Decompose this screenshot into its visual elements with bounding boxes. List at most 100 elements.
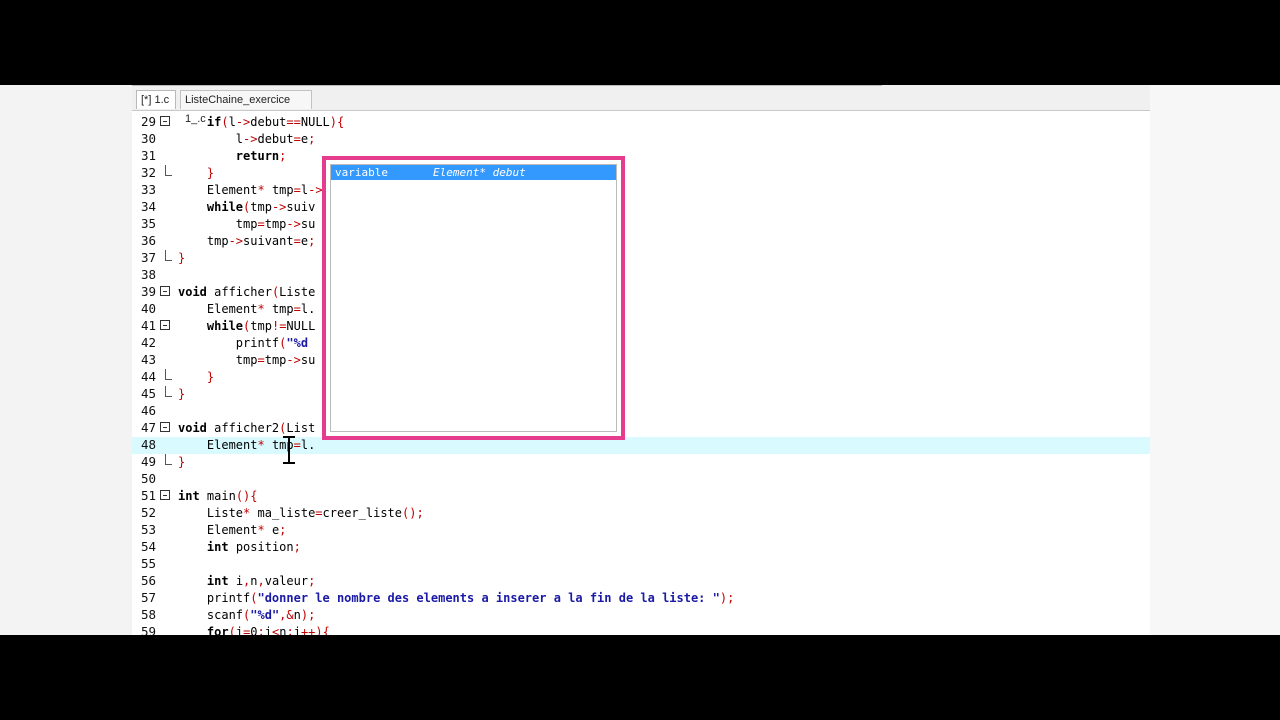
line-number: 44 <box>140 369 156 384</box>
line-number: 42 <box>140 335 156 350</box>
line-number: 51 <box>140 488 156 503</box>
code-line[interactable]: 57 printf("donner le nombre des elements… <box>132 590 1150 607</box>
code-line[interactable]: 31 return; <box>132 148 1150 165</box>
line-number: 38 <box>140 267 156 282</box>
code-text: tmp=tmp->su <box>178 353 316 367</box>
code-line[interactable]: 43 tmp=tmp->su <box>132 352 1150 369</box>
code-line[interactable]: 54 int position; <box>132 539 1150 556</box>
code-text: int main(){ <box>178 489 258 503</box>
code-line[interactable]: 44 } <box>132 369 1150 386</box>
line-number: 58 <box>140 607 156 622</box>
code-text: } <box>178 387 186 401</box>
code-text: Element* tmp=l. <box>178 302 316 316</box>
line-number: 31 <box>140 148 156 163</box>
code-line[interactable]: 42 printf("%d <box>132 335 1150 352</box>
line-number: 50 <box>140 471 156 486</box>
window-top-border <box>132 85 882 86</box>
code-text: Liste* ma_liste=creer_liste(); <box>178 506 424 520</box>
line-number: 52 <box>140 505 156 520</box>
autocomplete-item-debut[interactable]: variable Element* debut <box>331 165 616 180</box>
code-text: tmp=tmp->su <box>178 217 316 231</box>
code-text: void afficher(Liste <box>178 285 316 299</box>
fold-end-marker <box>165 250 172 261</box>
code-text: printf("donner le nombre des elements a … <box>178 591 735 605</box>
code-line[interactable]: 34 while(tmp->suiv <box>132 199 1150 216</box>
code-line[interactable]: 59 for(i=0;i<n;i++){ <box>132 624 1150 635</box>
fold-end-marker <box>165 386 172 397</box>
tab-1-c[interactable]: [*] 1.c <box>136 90 176 109</box>
fold-end-marker <box>165 165 172 176</box>
fold-toggle-icon[interactable] <box>160 116 170 126</box>
code-line[interactable]: 35 tmp=tmp->su <box>132 216 1150 233</box>
code-text: l->debut=e; <box>178 132 316 146</box>
code-line[interactable]: 30 l->debut=e; <box>132 131 1150 148</box>
code-line[interactable]: 51 int main(){ <box>132 488 1150 505</box>
code-text: for(i=0;i<n;i++){ <box>206 625 330 635</box>
fold-end-marker <box>165 454 172 465</box>
line-number: 34 <box>140 199 156 214</box>
code-line[interactable]: 45} <box>132 386 1150 403</box>
code-line[interactable]: 55 <box>132 556 1150 573</box>
tab-bar: [*] 1.c ListeChaine_exercice 1_.c <box>132 85 1150 125</box>
line-number: 36 <box>140 233 156 248</box>
line-number: 55 <box>140 556 156 571</box>
code-text: int position; <box>206 540 301 554</box>
line-number: 53 <box>140 522 156 537</box>
code-line[interactable]: 52 Liste* ma_liste=creer_liste(); <box>132 505 1150 522</box>
code-line[interactable]: 56 int i,n,valeur; <box>132 573 1150 590</box>
code-line[interactable]: 58 scanf("%d",&n); <box>132 607 1150 624</box>
ide-window: [*] 1.c ListeChaine_exercice 1_.c 29 if(… <box>132 85 1150 635</box>
code-line[interactable]: 41 while(tmp!=NULL <box>132 318 1150 335</box>
code-text: } <box>206 370 215 384</box>
code-text: return; <box>235 149 287 163</box>
autocomplete-popup[interactable]: variable Element* debut <box>322 156 625 440</box>
code-line[interactable]: 29 if(l->debut==NULL){ <box>132 114 1150 131</box>
line-number: 54 <box>140 539 156 554</box>
line-number: 49 <box>140 454 156 469</box>
line-number: 35 <box>140 216 156 231</box>
line-number: 41 <box>140 318 156 333</box>
code-text: while(tmp!=NULL <box>206 319 316 333</box>
fold-end-marker <box>165 369 172 380</box>
code-line[interactable]: 50 <box>132 471 1150 488</box>
screen-area: [*] 1.c ListeChaine_exercice 1_.c 29 if(… <box>0 85 1280 635</box>
code-line[interactable]: 40 Element* tmp=l. <box>132 301 1150 318</box>
tab-listechaine-exercice[interactable]: ListeChaine_exercice 1_.c <box>180 90 312 125</box>
line-number: 43 <box>140 352 156 367</box>
code-line[interactable]: 46 <box>132 403 1150 420</box>
code-text: int i,n,valeur; <box>206 574 316 588</box>
code-text: } <box>206 166 215 180</box>
line-number: 39 <box>140 284 156 299</box>
line-number: 40 <box>140 301 156 316</box>
line-number: 56 <box>140 573 156 588</box>
autocomplete-type-name: Element* debut <box>433 166 526 179</box>
code-text: Element* e; <box>178 523 287 537</box>
line-number: 57 <box>140 590 156 605</box>
code-text: while(tmp->suiv <box>206 200 316 214</box>
code-line[interactable]: 47 void afficher2(List <box>132 420 1150 437</box>
code-editor[interactable]: 29 if(l->debut==NULL){30 l->debut=e; 31 r… <box>132 111 1150 635</box>
line-number: 47 <box>140 420 156 435</box>
code-line[interactable]: 53 Element* e; <box>132 522 1150 539</box>
fold-toggle-icon[interactable] <box>160 490 170 500</box>
line-number: 59 <box>140 624 156 635</box>
code-line[interactable]: 36 tmp->suivant=e; <box>132 233 1150 250</box>
line-number: 32 <box>140 165 156 180</box>
line-number: 37 <box>140 250 156 265</box>
code-line[interactable]: 39 void afficher(Liste <box>132 284 1150 301</box>
autocomplete-kind: variable <box>335 166 388 179</box>
line-number: 48 <box>140 437 156 452</box>
code-text: Element* tmp=l-> <box>178 183 323 197</box>
code-text: } <box>178 455 186 469</box>
code-text: scanf("%d",&n); <box>178 608 316 622</box>
code-text: } <box>178 251 186 265</box>
fold-toggle-icon[interactable] <box>160 286 170 296</box>
code-line[interactable]: 32 } <box>132 165 1150 182</box>
code-text: void afficher2(List <box>178 421 316 435</box>
code-line[interactable]: 37} <box>132 250 1150 267</box>
code-line[interactable]: 38 <box>132 267 1150 284</box>
code-line[interactable]: 33 Element* tmp=l-> <box>132 182 1150 199</box>
text-cursor-icon <box>283 436 295 464</box>
fold-toggle-icon[interactable] <box>160 320 170 330</box>
fold-toggle-icon[interactable] <box>160 422 170 432</box>
